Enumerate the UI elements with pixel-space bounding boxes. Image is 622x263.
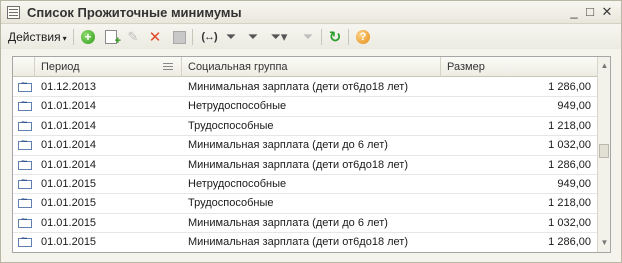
column-header-amount[interactable]: Размер xyxy=(441,57,597,77)
data-table: Период Социальная группа Размер 01.12.20… xyxy=(12,56,611,253)
set-period-button[interactable]: (↔) xyxy=(198,28,220,46)
refresh-icon: ↻ xyxy=(328,29,342,46)
minimize-button[interactable]: _ xyxy=(566,4,582,20)
toolbar-divider xyxy=(192,29,193,45)
cell-amount: 1 032,00 xyxy=(548,216,591,229)
cell-period: 01.01.2014 xyxy=(41,100,97,113)
table-row[interactable]: 01.01.2014 Нетрудоспособные 949,00 xyxy=(13,97,597,117)
header-icon-column xyxy=(13,57,35,77)
cell-period: 01.01.2014 xyxy=(41,139,97,152)
cell-amount: 949,00 xyxy=(557,177,591,190)
cell-period: 01.01.2014 xyxy=(41,119,97,132)
record-icon xyxy=(18,156,32,170)
title-bar: Список Прожиточные минимумы _ □ ✕ xyxy=(1,1,621,24)
save-button[interactable] xyxy=(170,28,188,46)
add-icon: + xyxy=(81,30,95,44)
table-row[interactable]: 01.12.2013 Минимальная зарплата (дети от6… xyxy=(13,78,597,98)
cell-amount: 1 286,00 xyxy=(548,236,591,249)
cell-amount: 1 286,00 xyxy=(548,81,591,93)
cell-group: Трудоспособные xyxy=(188,197,274,210)
scroll-up-icon[interactable]: ▲ xyxy=(598,59,610,73)
filter-dropdown-button[interactable]: ⏷▾ xyxy=(266,28,292,46)
cell-group: Минимальная зарплата (дети до 6 лет) xyxy=(188,216,388,229)
scroll-thumb[interactable] xyxy=(599,144,609,158)
toolbar-divider xyxy=(73,29,74,45)
record-icon xyxy=(18,175,32,189)
refresh-button[interactable]: ↻ xyxy=(326,28,344,46)
copy-button[interactable] xyxy=(102,28,121,47)
cell-group: Минимальная зарплата (дети от6до18 лет) xyxy=(188,158,408,171)
record-icon xyxy=(18,194,32,209)
cell-period: 01.12.2013 xyxy=(41,81,97,93)
cell-group: Нетрудоспособные xyxy=(188,177,287,190)
cell-group: Нетрудоспособные xyxy=(188,100,287,113)
scroll-down-icon[interactable]: ▼ xyxy=(598,236,610,250)
edit-icon: ✎ xyxy=(127,29,139,44)
table-row[interactable]: 01.01.2015 Минимальная зарплата (дети от6… xyxy=(13,233,597,252)
record-icon xyxy=(18,117,32,131)
toolbar-divider xyxy=(348,29,349,45)
table-row[interactable]: 01.01.2014 Минимальная зарплата (дети до … xyxy=(13,136,597,156)
cell-group: Минимальная зарплата (дети от6до18 лет) xyxy=(188,236,408,249)
record-icon xyxy=(18,214,32,228)
save-icon xyxy=(172,30,186,44)
cell-period: 01.01.2014 xyxy=(41,158,97,171)
record-icon xyxy=(18,97,32,112)
vertical-scrollbar[interactable]: ▲ ▼ xyxy=(597,57,610,252)
filter-dropdown-icon: ⏷▾ xyxy=(270,29,288,44)
help-button[interactable]: ? xyxy=(354,28,372,46)
toolbar: Действия▾ + ✎ ✕ (↔) ⏷ ⏷ ⏷▾ ⏷ xyxy=(1,25,621,49)
cell-period: 01.01.2015 xyxy=(41,177,97,190)
delete-button[interactable]: ✕ xyxy=(146,28,164,46)
copy-icon xyxy=(105,30,121,47)
table-body: 01.12.2013 Минимальная зарплата (дети от6… xyxy=(13,78,597,252)
close-button[interactable]: ✕ xyxy=(599,4,615,20)
table-row[interactable]: 01.01.2015 Минимальная зарплата (дети до … xyxy=(13,214,597,234)
table-row[interactable]: 01.01.2014 Минимальная зарплата (дети от6… xyxy=(13,156,597,175)
list-icon xyxy=(7,6,20,19)
record-icon xyxy=(18,78,32,92)
table-row[interactable]: 01.01.2015 Трудоспособные 1 218,00 xyxy=(13,194,597,214)
cell-group: Трудоспособные xyxy=(188,119,274,132)
column-header-period[interactable]: Период xyxy=(35,57,182,77)
filter-icon: ⏷ xyxy=(225,29,237,44)
help-icon: ? xyxy=(356,30,370,44)
table-header: Период Социальная группа Размер xyxy=(13,57,597,77)
add-button[interactable]: + xyxy=(79,28,97,46)
record-icon xyxy=(18,233,32,248)
column-header-group[interactable]: Социальная группа xyxy=(182,57,441,77)
record-icon xyxy=(18,136,32,151)
cell-amount: 1 286,00 xyxy=(548,158,591,171)
cell-period: 01.01.2015 xyxy=(41,197,97,210)
actions-menu-button[interactable]: Действия ▾ xyxy=(4,28,71,46)
filter-button[interactable]: ⏷ xyxy=(222,28,240,46)
list-window: Список Прожиточные минимумы _ □ ✕ Действ… xyxy=(0,0,622,263)
period-icon: (↔) xyxy=(201,31,217,43)
cell-amount: 1 218,00 xyxy=(548,119,591,132)
edit-button[interactable]: ✎ xyxy=(124,28,142,46)
table-row[interactable]: 01.01.2015 Нетрудоспособные 949,00 xyxy=(13,175,597,195)
cell-period: 01.01.2015 xyxy=(41,236,97,249)
cell-amount: 949,00 xyxy=(557,100,591,113)
maximize-button[interactable]: □ xyxy=(582,4,598,20)
filter-clear-icon: ⏷ xyxy=(302,29,314,44)
delete-icon: ✕ xyxy=(148,29,162,46)
filter-settings-icon: ⏷ xyxy=(247,29,259,44)
sort-icon xyxy=(163,63,173,71)
actions-label: Действия xyxy=(8,30,61,44)
window-title: Список Прожиточные минимумы xyxy=(27,5,242,20)
table-row[interactable]: 01.01.2014 Трудоспособные 1 218,00 xyxy=(13,117,597,137)
cell-amount: 1 218,00 xyxy=(548,197,591,210)
cell-amount: 1 032,00 xyxy=(548,139,591,152)
filter-settings-button[interactable]: ⏷ xyxy=(244,28,262,46)
chevron-down-icon: ▾ xyxy=(62,34,67,43)
cell-group: Минимальная зарплата (дети до 6 лет) xyxy=(188,139,388,152)
toolbar-divider xyxy=(321,29,322,45)
cell-group: Минимальная зарплата (дети от6до18 лет) xyxy=(188,81,408,93)
filter-clear-button[interactable]: ⏷ xyxy=(299,28,317,46)
cell-period: 01.01.2015 xyxy=(41,216,97,229)
